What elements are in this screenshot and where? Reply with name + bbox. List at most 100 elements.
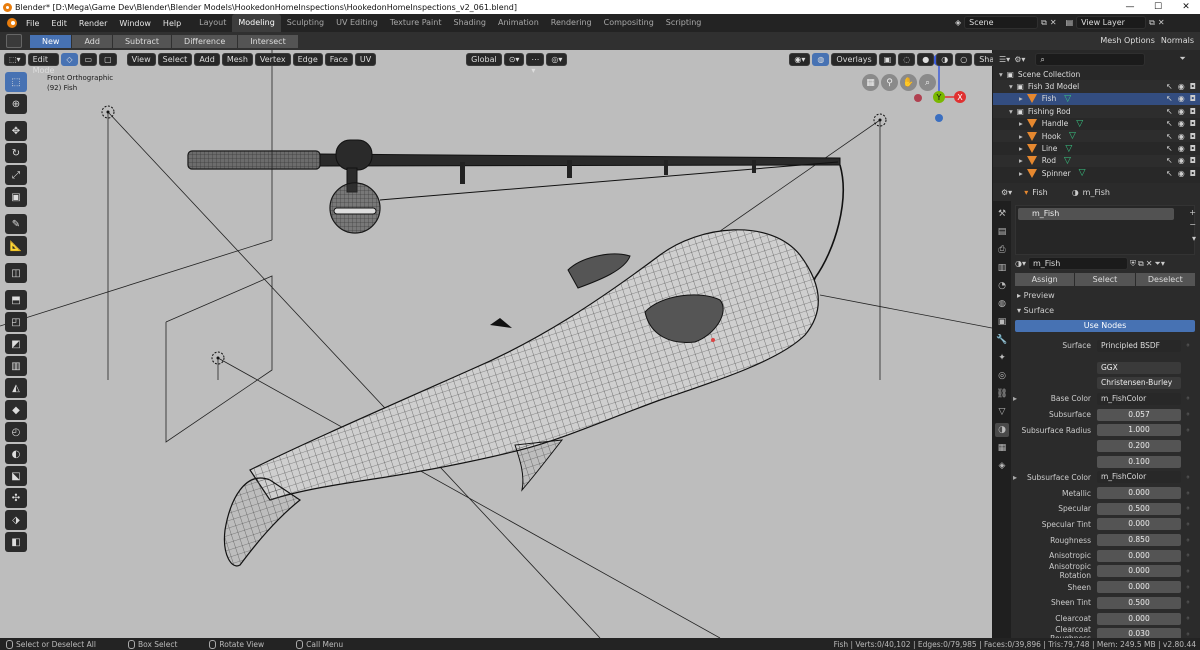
annotate-tool-icon[interactable]: ✎ bbox=[5, 214, 27, 234]
menu-file[interactable]: File bbox=[20, 19, 45, 28]
material-browse-icon[interactable]: ◑▾ bbox=[1015, 259, 1026, 268]
menu-mesh[interactable]: Mesh bbox=[221, 52, 253, 66]
expand-arrow-icon[interactable]: ▸ bbox=[1019, 156, 1023, 165]
expand-arrow-icon[interactable]: ▾ bbox=[1009, 107, 1013, 116]
remove-slot-icon[interactable]: − bbox=[1189, 220, 1196, 229]
camera-icon[interactable]: ◘ bbox=[1190, 156, 1196, 165]
poly-build-tool-icon[interactable]: ◆ bbox=[5, 400, 27, 420]
mode-intersect-button[interactable]: Intersect bbox=[238, 34, 298, 48]
subsurface-method-dropdown[interactable]: Christensen-Burley bbox=[1097, 377, 1181, 390]
copy-icon[interactable]: ⧉ bbox=[1041, 18, 1047, 28]
xray-icon[interactable]: ▣ bbox=[878, 52, 897, 66]
filter-icon[interactable]: ⚙▾ bbox=[1014, 55, 1025, 64]
expand-arrow-icon[interactable]: ▾ bbox=[1009, 82, 1013, 91]
particles-tab-icon[interactable]: ✦ bbox=[995, 351, 1009, 365]
scene-field[interactable]: Scene bbox=[964, 16, 1039, 29]
mesh-options-dropdown[interactable]: Mesh Options bbox=[1100, 34, 1154, 47]
camera-icon[interactable]: ◘ bbox=[1190, 144, 1196, 153]
outliner-row-fish-3d-model[interactable]: ▾ ▣ Fish 3d Model ↖ ◉ ◘ bbox=[993, 80, 1200, 93]
input-socket-icon[interactable]: ◦ bbox=[1184, 489, 1192, 498]
scene-tab-icon[interactable]: ◔ bbox=[995, 279, 1009, 293]
select-toggle-icon[interactable]: ↖ bbox=[1166, 169, 1173, 178]
camera-icon[interactable]: ◘ bbox=[1190, 119, 1196, 128]
wireframe-shading-icon[interactable]: ◌ bbox=[898, 52, 916, 66]
constraints-tab-icon[interactable]: ⛓ bbox=[995, 387, 1009, 401]
shrink-fatten-tool-icon[interactable]: ✣ bbox=[5, 488, 27, 508]
mode-subtract-button[interactable]: Subtract bbox=[112, 34, 172, 48]
scale-tool-icon[interactable]: ⤢ bbox=[5, 165, 27, 185]
eye-icon[interactable]: ◉ bbox=[1178, 107, 1185, 116]
eye-icon[interactable]: ◉ bbox=[1178, 132, 1185, 141]
eye-icon[interactable]: ◉ bbox=[1178, 144, 1185, 153]
outliner-row-spinner[interactable]: ▸ Spinner ▽ ↖ ◉ ◘ bbox=[993, 167, 1200, 179]
menu-edit[interactable]: Edit bbox=[45, 19, 73, 28]
menu-help[interactable]: Help bbox=[157, 19, 187, 28]
pivot-icon[interactable]: ⊙▾ bbox=[503, 52, 525, 66]
select-toggle-icon[interactable]: ↖ bbox=[1166, 94, 1173, 103]
overlays-dropdown[interactable]: Overlays bbox=[831, 52, 877, 66]
face-select-icon[interactable]: ▢ bbox=[99, 52, 117, 66]
camera-icon[interactable]: ◘ bbox=[1190, 107, 1196, 116]
camera-icon[interactable]: ◘ bbox=[1190, 132, 1196, 141]
mode-new-button[interactable]: New bbox=[30, 34, 72, 48]
menu-add[interactable]: Add bbox=[194, 52, 220, 66]
bsdf-slider-specular[interactable]: 0.500 bbox=[1097, 502, 1181, 515]
expand-arrow-icon[interactable]: ▾ bbox=[999, 70, 1003, 79]
tab-uv-editing[interactable]: UV Editing bbox=[330, 14, 384, 32]
eye-icon[interactable]: ◉ bbox=[1178, 156, 1185, 165]
extrude-tool-icon[interactable]: ⬒ bbox=[5, 290, 27, 310]
object-tab-icon[interactable]: ▣ bbox=[995, 315, 1009, 329]
overlays-toggle-icon[interactable]: ◍ bbox=[812, 52, 830, 66]
orientation-dropdown[interactable]: Global bbox=[466, 52, 502, 66]
world-tab-icon[interactable]: ◍ bbox=[995, 297, 1009, 311]
physics-tab-icon[interactable]: ◎ bbox=[995, 369, 1009, 383]
bsdf-link-field[interactable]: m_FishColor bbox=[1097, 471, 1181, 484]
menu-view[interactable]: View bbox=[126, 52, 156, 66]
menu-edge[interactable]: Edge bbox=[292, 52, 323, 66]
expand-arrow-icon[interactable]: ▸ bbox=[1013, 394, 1021, 403]
rip-tool-icon[interactable]: ◧ bbox=[5, 532, 27, 552]
loop-cut-tool-icon[interactable]: ▥ bbox=[5, 356, 27, 376]
texture-tab-icon[interactable]: ▦ bbox=[995, 441, 1009, 455]
select-button[interactable]: Select bbox=[1075, 273, 1135, 286]
expand-arrow-icon[interactable]: ▸ bbox=[1019, 144, 1023, 153]
material-name-field[interactable]: m_Fish bbox=[1028, 257, 1128, 270]
surface-shader-field[interactable]: Principled BSDF bbox=[1097, 339, 1181, 352]
expand-arrow-icon[interactable]: ▸ bbox=[1013, 473, 1021, 482]
tab-sculpting[interactable]: Sculpting bbox=[281, 14, 330, 32]
properties-type-icon[interactable]: ⚙▾ bbox=[1001, 188, 1012, 197]
outliner-row-line[interactable]: ▸ Line ▽ ↖ ◉ ◘ bbox=[993, 142, 1200, 154]
close-view-layer-icon[interactable]: ✕ bbox=[1158, 18, 1165, 27]
data-tab-icon[interactable]: ▽ bbox=[995, 405, 1009, 419]
bsdf-slider-anisotropic[interactable]: 0.000 bbox=[1097, 549, 1181, 562]
shader-fx-tab-icon[interactable]: ◈ bbox=[995, 459, 1009, 473]
expand-arrow-icon[interactable]: ▸ bbox=[1019, 94, 1023, 103]
render-tab-icon[interactable]: ▤ bbox=[995, 225, 1009, 239]
menu-face[interactable]: Face bbox=[324, 52, 353, 66]
select-toggle-icon[interactable]: ↖ bbox=[1166, 156, 1173, 165]
input-socket-icon[interactable]: ◦ bbox=[1184, 426, 1192, 435]
smooth-tool-icon[interactable]: ◐ bbox=[5, 444, 27, 464]
add-cube-tool-icon[interactable]: ◫ bbox=[5, 263, 27, 283]
material-shading-icon[interactable]: ◑ bbox=[936, 52, 954, 66]
grid-view-icon[interactable]: ▦ bbox=[862, 74, 879, 91]
use-nodes-button[interactable]: Use Nodes bbox=[1015, 320, 1195, 332]
expand-arrow-icon[interactable]: ▸ bbox=[1019, 169, 1023, 178]
unlink-material-icon[interactable]: ✕ bbox=[1146, 259, 1153, 268]
bsdf-slider-subsurface[interactable]: 0.057 bbox=[1097, 408, 1181, 421]
input-socket-icon[interactable]: ◦ bbox=[1184, 520, 1192, 529]
editor-type-icon[interactable]: ⬚▾ bbox=[4, 52, 26, 66]
input-socket-icon[interactable]: ◦ bbox=[1184, 583, 1192, 592]
menu-window[interactable]: Window bbox=[113, 19, 157, 28]
input-socket-icon[interactable]: ◦ bbox=[1184, 598, 1192, 607]
inset-tool-icon[interactable]: ◰ bbox=[5, 312, 27, 332]
bsdf-value-field[interactable]: 1.000 bbox=[1097, 424, 1181, 437]
measure-tool-icon[interactable]: 📐 bbox=[5, 236, 27, 256]
tab-scripting[interactable]: Scripting bbox=[660, 14, 708, 32]
outliner-row-rod[interactable]: ▸ Rod ▽ ↖ ◉ ◘ bbox=[993, 154, 1200, 168]
select-tool-icon[interactable]: ⬚ bbox=[5, 72, 27, 92]
expand-arrow-icon[interactable]: ▸ bbox=[1019, 119, 1023, 128]
outliner-type-icon[interactable]: ☰▾ bbox=[999, 55, 1010, 64]
minimize-icon[interactable]: — bbox=[1116, 0, 1144, 14]
assign-button[interactable]: Assign bbox=[1015, 273, 1075, 286]
